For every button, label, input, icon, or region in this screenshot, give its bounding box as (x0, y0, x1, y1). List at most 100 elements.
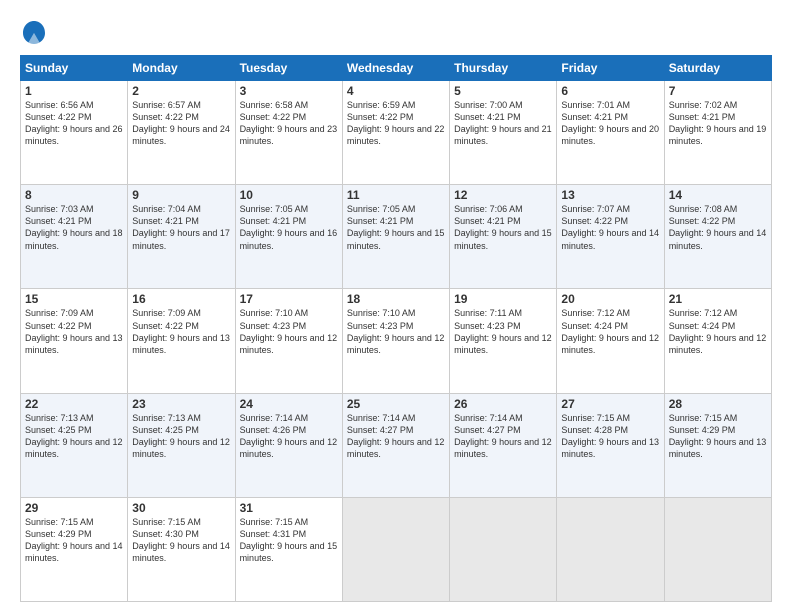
day-info: Sunrise: 7:13 AM Sunset: 4:25 PM Dayligh… (132, 412, 230, 461)
day-info: Sunrise: 7:14 AM Sunset: 4:26 PM Dayligh… (240, 412, 338, 461)
day-number: 21 (669, 292, 767, 306)
calendar-day-header: Wednesday (342, 56, 449, 81)
day-info: Sunrise: 6:58 AM Sunset: 4:22 PM Dayligh… (240, 99, 338, 148)
day-number: 25 (347, 397, 445, 411)
day-number: 20 (561, 292, 659, 306)
calendar-day-header: Saturday (664, 56, 771, 81)
calendar-day-cell: 27 Sunrise: 7:15 AM Sunset: 4:28 PM Dayl… (557, 393, 664, 497)
calendar-day-cell: 17 Sunrise: 7:10 AM Sunset: 4:23 PM Dayl… (235, 289, 342, 393)
day-info: Sunrise: 7:15 AM Sunset: 4:28 PM Dayligh… (561, 412, 659, 461)
day-info: Sunrise: 7:14 AM Sunset: 4:27 PM Dayligh… (347, 412, 445, 461)
day-number: 5 (454, 84, 552, 98)
calendar-day-cell: 9 Sunrise: 7:04 AM Sunset: 4:21 PM Dayli… (128, 185, 235, 289)
calendar-day-cell: 25 Sunrise: 7:14 AM Sunset: 4:27 PM Dayl… (342, 393, 449, 497)
calendar-day-cell: 7 Sunrise: 7:02 AM Sunset: 4:21 PM Dayli… (664, 81, 771, 185)
day-info: Sunrise: 7:05 AM Sunset: 4:21 PM Dayligh… (240, 203, 338, 252)
calendar-day-cell: 5 Sunrise: 7:00 AM Sunset: 4:21 PM Dayli… (450, 81, 557, 185)
day-info: Sunrise: 7:07 AM Sunset: 4:22 PM Dayligh… (561, 203, 659, 252)
day-info: Sunrise: 7:15 AM Sunset: 4:29 PM Dayligh… (25, 516, 123, 565)
day-info: Sunrise: 7:15 AM Sunset: 4:29 PM Dayligh… (669, 412, 767, 461)
calendar-day-header: Tuesday (235, 56, 342, 81)
day-number: 26 (454, 397, 552, 411)
day-number: 8 (25, 188, 123, 202)
day-number: 12 (454, 188, 552, 202)
day-info: Sunrise: 7:09 AM Sunset: 4:22 PM Dayligh… (25, 307, 123, 356)
day-info: Sunrise: 7:13 AM Sunset: 4:25 PM Dayligh… (25, 412, 123, 461)
logo (20, 19, 52, 47)
day-number: 28 (669, 397, 767, 411)
calendar-day-header: Sunday (21, 56, 128, 81)
calendar-day-header: Monday (128, 56, 235, 81)
day-number: 23 (132, 397, 230, 411)
day-number: 16 (132, 292, 230, 306)
day-number: 14 (669, 188, 767, 202)
calendar-day-cell: 24 Sunrise: 7:14 AM Sunset: 4:26 PM Dayl… (235, 393, 342, 497)
calendar-day-cell: 29 Sunrise: 7:15 AM Sunset: 4:29 PM Dayl… (21, 497, 128, 601)
day-info: Sunrise: 7:00 AM Sunset: 4:21 PM Dayligh… (454, 99, 552, 148)
day-info: Sunrise: 7:12 AM Sunset: 4:24 PM Dayligh… (669, 307, 767, 356)
calendar-day-cell: 23 Sunrise: 7:13 AM Sunset: 4:25 PM Dayl… (128, 393, 235, 497)
calendar-day-cell (664, 497, 771, 601)
calendar-day-cell: 13 Sunrise: 7:07 AM Sunset: 4:22 PM Dayl… (557, 185, 664, 289)
day-number: 30 (132, 501, 230, 515)
day-number: 27 (561, 397, 659, 411)
day-info: Sunrise: 7:15 AM Sunset: 4:31 PM Dayligh… (240, 516, 338, 565)
day-number: 1 (25, 84, 123, 98)
day-info: Sunrise: 6:56 AM Sunset: 4:22 PM Dayligh… (25, 99, 123, 148)
day-info: Sunrise: 7:03 AM Sunset: 4:21 PM Dayligh… (25, 203, 123, 252)
calendar-week-row: 22 Sunrise: 7:13 AM Sunset: 4:25 PM Dayl… (21, 393, 772, 497)
day-info: Sunrise: 7:15 AM Sunset: 4:30 PM Dayligh… (132, 516, 230, 565)
day-info: Sunrise: 7:06 AM Sunset: 4:21 PM Dayligh… (454, 203, 552, 252)
day-info: Sunrise: 7:10 AM Sunset: 4:23 PM Dayligh… (240, 307, 338, 356)
calendar-day-cell (450, 497, 557, 601)
day-info: Sunrise: 6:57 AM Sunset: 4:22 PM Dayligh… (132, 99, 230, 148)
day-number: 9 (132, 188, 230, 202)
day-number: 11 (347, 188, 445, 202)
calendar-day-cell: 18 Sunrise: 7:10 AM Sunset: 4:23 PM Dayl… (342, 289, 449, 393)
calendar-day-cell: 31 Sunrise: 7:15 AM Sunset: 4:31 PM Dayl… (235, 497, 342, 601)
calendar-day-cell (557, 497, 664, 601)
day-info: Sunrise: 6:59 AM Sunset: 4:22 PM Dayligh… (347, 99, 445, 148)
calendar-day-cell: 8 Sunrise: 7:03 AM Sunset: 4:21 PM Dayli… (21, 185, 128, 289)
day-number: 15 (25, 292, 123, 306)
day-number: 4 (347, 84, 445, 98)
calendar: SundayMondayTuesdayWednesdayThursdayFrid… (20, 55, 772, 602)
calendar-day-cell: 3 Sunrise: 6:58 AM Sunset: 4:22 PM Dayli… (235, 81, 342, 185)
calendar-day-cell: 26 Sunrise: 7:14 AM Sunset: 4:27 PM Dayl… (450, 393, 557, 497)
calendar-day-cell: 12 Sunrise: 7:06 AM Sunset: 4:21 PM Dayl… (450, 185, 557, 289)
calendar-week-row: 29 Sunrise: 7:15 AM Sunset: 4:29 PM Dayl… (21, 497, 772, 601)
day-number: 17 (240, 292, 338, 306)
calendar-day-cell: 2 Sunrise: 6:57 AM Sunset: 4:22 PM Dayli… (128, 81, 235, 185)
calendar-day-cell (342, 497, 449, 601)
day-info: Sunrise: 7:10 AM Sunset: 4:23 PM Dayligh… (347, 307, 445, 356)
day-number: 2 (132, 84, 230, 98)
day-number: 24 (240, 397, 338, 411)
calendar-day-cell: 28 Sunrise: 7:15 AM Sunset: 4:29 PM Dayl… (664, 393, 771, 497)
day-number: 18 (347, 292, 445, 306)
calendar-day-cell: 21 Sunrise: 7:12 AM Sunset: 4:24 PM Dayl… (664, 289, 771, 393)
calendar-day-cell: 22 Sunrise: 7:13 AM Sunset: 4:25 PM Dayl… (21, 393, 128, 497)
day-info: Sunrise: 7:04 AM Sunset: 4:21 PM Dayligh… (132, 203, 230, 252)
day-number: 7 (669, 84, 767, 98)
day-info: Sunrise: 7:05 AM Sunset: 4:21 PM Dayligh… (347, 203, 445, 252)
header (20, 15, 772, 47)
calendar-week-row: 15 Sunrise: 7:09 AM Sunset: 4:22 PM Dayl… (21, 289, 772, 393)
calendar-day-cell: 6 Sunrise: 7:01 AM Sunset: 4:21 PM Dayli… (557, 81, 664, 185)
day-info: Sunrise: 7:09 AM Sunset: 4:22 PM Dayligh… (132, 307, 230, 356)
calendar-week-row: 1 Sunrise: 6:56 AM Sunset: 4:22 PM Dayli… (21, 81, 772, 185)
calendar-day-cell: 1 Sunrise: 6:56 AM Sunset: 4:22 PM Dayli… (21, 81, 128, 185)
day-info: Sunrise: 7:08 AM Sunset: 4:22 PM Dayligh… (669, 203, 767, 252)
page: SundayMondayTuesdayWednesdayThursdayFrid… (0, 0, 792, 612)
day-info: Sunrise: 7:12 AM Sunset: 4:24 PM Dayligh… (561, 307, 659, 356)
calendar-day-cell: 14 Sunrise: 7:08 AM Sunset: 4:22 PM Dayl… (664, 185, 771, 289)
day-number: 6 (561, 84, 659, 98)
calendar-day-cell: 10 Sunrise: 7:05 AM Sunset: 4:21 PM Dayl… (235, 185, 342, 289)
calendar-day-cell: 11 Sunrise: 7:05 AM Sunset: 4:21 PM Dayl… (342, 185, 449, 289)
day-number: 22 (25, 397, 123, 411)
day-number: 19 (454, 292, 552, 306)
calendar-day-cell: 4 Sunrise: 6:59 AM Sunset: 4:22 PM Dayli… (342, 81, 449, 185)
day-number: 29 (25, 501, 123, 515)
day-info: Sunrise: 7:14 AM Sunset: 4:27 PM Dayligh… (454, 412, 552, 461)
calendar-day-cell: 16 Sunrise: 7:09 AM Sunset: 4:22 PM Dayl… (128, 289, 235, 393)
calendar-day-header: Friday (557, 56, 664, 81)
